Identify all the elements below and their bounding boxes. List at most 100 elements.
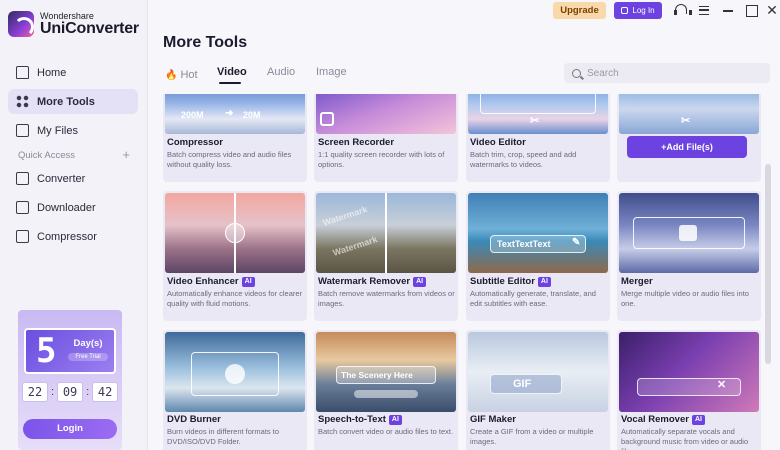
- sidebar-item-more-tools[interactable]: More Tools: [8, 89, 138, 114]
- tab-video[interactable]: Video: [217, 66, 267, 84]
- card-description: Automatically separate vocals and backgr…: [621, 427, 749, 450]
- upgrade-button[interactable]: Upgrade: [553, 2, 606, 19]
- promo-login-button[interactable]: Login: [23, 419, 117, 439]
- sidebar-item-label: More Tools: [37, 95, 95, 108]
- card-description: 1:1 quality screen recorder with lots of…: [318, 150, 445, 169]
- free-trial-label: Free Trial: [68, 353, 108, 361]
- card-description: Batch trim, crop, speed and add watermar…: [470, 150, 577, 169]
- trial-promo-panel: 5 Day(s) Free Trial 22 : 09 : 42 Login: [18, 310, 122, 450]
- minimize-icon[interactable]: [721, 3, 735, 17]
- merge-icon: [679, 225, 697, 241]
- tool-card-gif-maker[interactable]: GIF GIF Maker Create a GIF from a video …: [466, 330, 610, 450]
- menu-icon[interactable]: [697, 3, 711, 17]
- tab-hot[interactable]: 🔥 Hot: [165, 66, 217, 84]
- speech-sample-text: The Scenery Here: [336, 366, 436, 384]
- search-input[interactable]: [587, 67, 757, 79]
- maximize-icon[interactable]: [744, 3, 758, 17]
- card-title: Merger: [621, 276, 653, 287]
- sidebar: Wondershare UniConverter Home More Tools…: [0, 0, 148, 450]
- tool-card-dvd-burner[interactable]: DVD Burner Burn videos in different form…: [163, 330, 307, 450]
- speech-to-text-thumbnail: The Scenery Here: [316, 332, 456, 412]
- login-button-label: Log In: [632, 6, 655, 15]
- card-title: Video Editor: [470, 137, 526, 148]
- tool-card-watermark-remover[interactable]: Watermark Watermark Watermark Remover AI…: [314, 191, 458, 321]
- page-title: More Tools: [163, 34, 248, 51]
- tool-card-video-editor[interactable]: ✂ Video Editor Batch trim, crop, speed a…: [466, 94, 610, 182]
- card-title: Subtitle Editor AI: [470, 276, 551, 287]
- tools-grid: 200M ➜ 20M Compressor Batch compress vid…: [163, 94, 763, 450]
- gif-maker-thumbnail: GIF: [468, 332, 608, 412]
- countdown-timer: 22 : 09 : 42: [22, 382, 119, 402]
- quick-access-label: Quick Access: [18, 150, 76, 161]
- tool-card-speech-to-text[interactable]: The Scenery Here Speech-to-Text AI Batch…: [314, 330, 458, 450]
- home-icon: [16, 66, 29, 79]
- tool-card-merger-addfiles[interactable]: ✂ +Add File(s): [617, 94, 761, 182]
- trial-days-label: Day(s): [73, 338, 103, 349]
- card-title: GIF Maker: [470, 414, 516, 425]
- timer-separator: :: [86, 386, 90, 398]
- sidebar-item-home[interactable]: Home: [8, 60, 138, 85]
- dvd-burner-thumbnail: [165, 332, 305, 412]
- scrollbar[interactable]: [765, 94, 771, 450]
- scrollbar-thumb[interactable]: [765, 164, 771, 364]
- compress-icon: [16, 230, 29, 243]
- card-description: Burn videos in different formats to DVD/…: [167, 427, 280, 446]
- sidebar-item-compressor[interactable]: Compressor: [8, 224, 138, 249]
- tool-card-merger[interactable]: Merger Merge multiple video or audio fil…: [617, 191, 761, 321]
- tool-card-screen-recorder[interactable]: Screen Recorder 1:1 quality screen recor…: [314, 94, 458, 182]
- close-icon[interactable]: ✕: [765, 3, 779, 17]
- screen-recorder-thumbnail: [316, 94, 456, 134]
- search-box: [564, 63, 770, 83]
- trial-days-card: 5 Day(s) Free Trial: [24, 328, 116, 374]
- sidebar-item-my-files[interactable]: My Files: [8, 118, 138, 143]
- quick-access-nav: Converter Downloader Compressor: [8, 166, 138, 253]
- subtitle-editor-thumbnail: TextTextText ✎: [468, 193, 608, 273]
- watermark-sample-text: Watermark: [331, 234, 379, 258]
- merger-thumbnail: [619, 193, 759, 273]
- tab-image[interactable]: Image: [316, 66, 356, 84]
- play-icon: [225, 223, 245, 243]
- card-title: Watermark Remover AI: [318, 276, 427, 287]
- card-title-text: Speech-to-Text: [318, 414, 386, 425]
- card-title: Speech-to-Text AI: [318, 414, 402, 425]
- sidebar-item-downloader[interactable]: Downloader: [8, 195, 138, 220]
- sidebar-item-label: Converter: [37, 172, 86, 185]
- vocal-remover-thumbnail: ✕: [619, 332, 759, 412]
- file-icon: [16, 124, 29, 137]
- compressor-thumbnail: 200M ➜ 20M: [165, 94, 305, 134]
- timer-hours: 22: [22, 382, 48, 402]
- disc-icon: [225, 364, 245, 384]
- headset-support-icon[interactable]: [673, 3, 692, 17]
- compare-divider: [385, 193, 387, 273]
- tab-audio[interactable]: Audio: [267, 66, 316, 84]
- card-title-text: Vocal Remover: [621, 414, 689, 425]
- converter-icon: [16, 172, 29, 185]
- login-button[interactable]: Log In: [614, 2, 662, 19]
- fire-icon: 🔥: [165, 69, 178, 81]
- compress-to-size: 20M: [243, 110, 261, 120]
- gif-label: GIF: [490, 374, 562, 394]
- add-quick-access-button[interactable]: +: [122, 148, 130, 161]
- card-title-text: Watermark Remover: [318, 276, 411, 287]
- video-enhancer-thumbnail: [165, 193, 305, 273]
- sidebar-item-converter[interactable]: Converter: [8, 166, 138, 191]
- tool-card-vocal-remover[interactable]: ✕ Vocal Remover AI Automatically separat…: [617, 330, 761, 450]
- card-description: Batch remove watermarks from videos or i…: [318, 289, 455, 308]
- tab-label: Hot: [180, 69, 198, 81]
- close-icon: ✕: [717, 379, 727, 391]
- tool-card-compressor[interactable]: 200M ➜ 20M Compressor Batch compress vid…: [163, 94, 307, 182]
- timer-minutes: 09: [57, 382, 84, 402]
- compress-from-size: 200M: [181, 110, 204, 120]
- tool-card-subtitle-editor[interactable]: TextTextText ✎ Subtitle Editor AI Automa…: [466, 191, 610, 321]
- video-editor-thumbnail: ✂: [468, 94, 608, 134]
- ai-badge: AI: [537, 276, 551, 287]
- audio-progress-bar: [354, 390, 418, 398]
- add-files-button[interactable]: +Add File(s): [627, 136, 747, 158]
- tool-card-video-enhancer[interactable]: Video Enhancer AI Automatically enhance …: [163, 191, 307, 321]
- trial-days-number: 5: [36, 331, 57, 371]
- brand: Wondershare UniConverter: [8, 11, 139, 37]
- sidebar-item-label: My Files: [37, 124, 78, 137]
- brand-product: UniConverter: [40, 19, 139, 37]
- card-title: Vocal Remover AI: [621, 414, 705, 425]
- card-title: Compressor: [167, 137, 223, 148]
